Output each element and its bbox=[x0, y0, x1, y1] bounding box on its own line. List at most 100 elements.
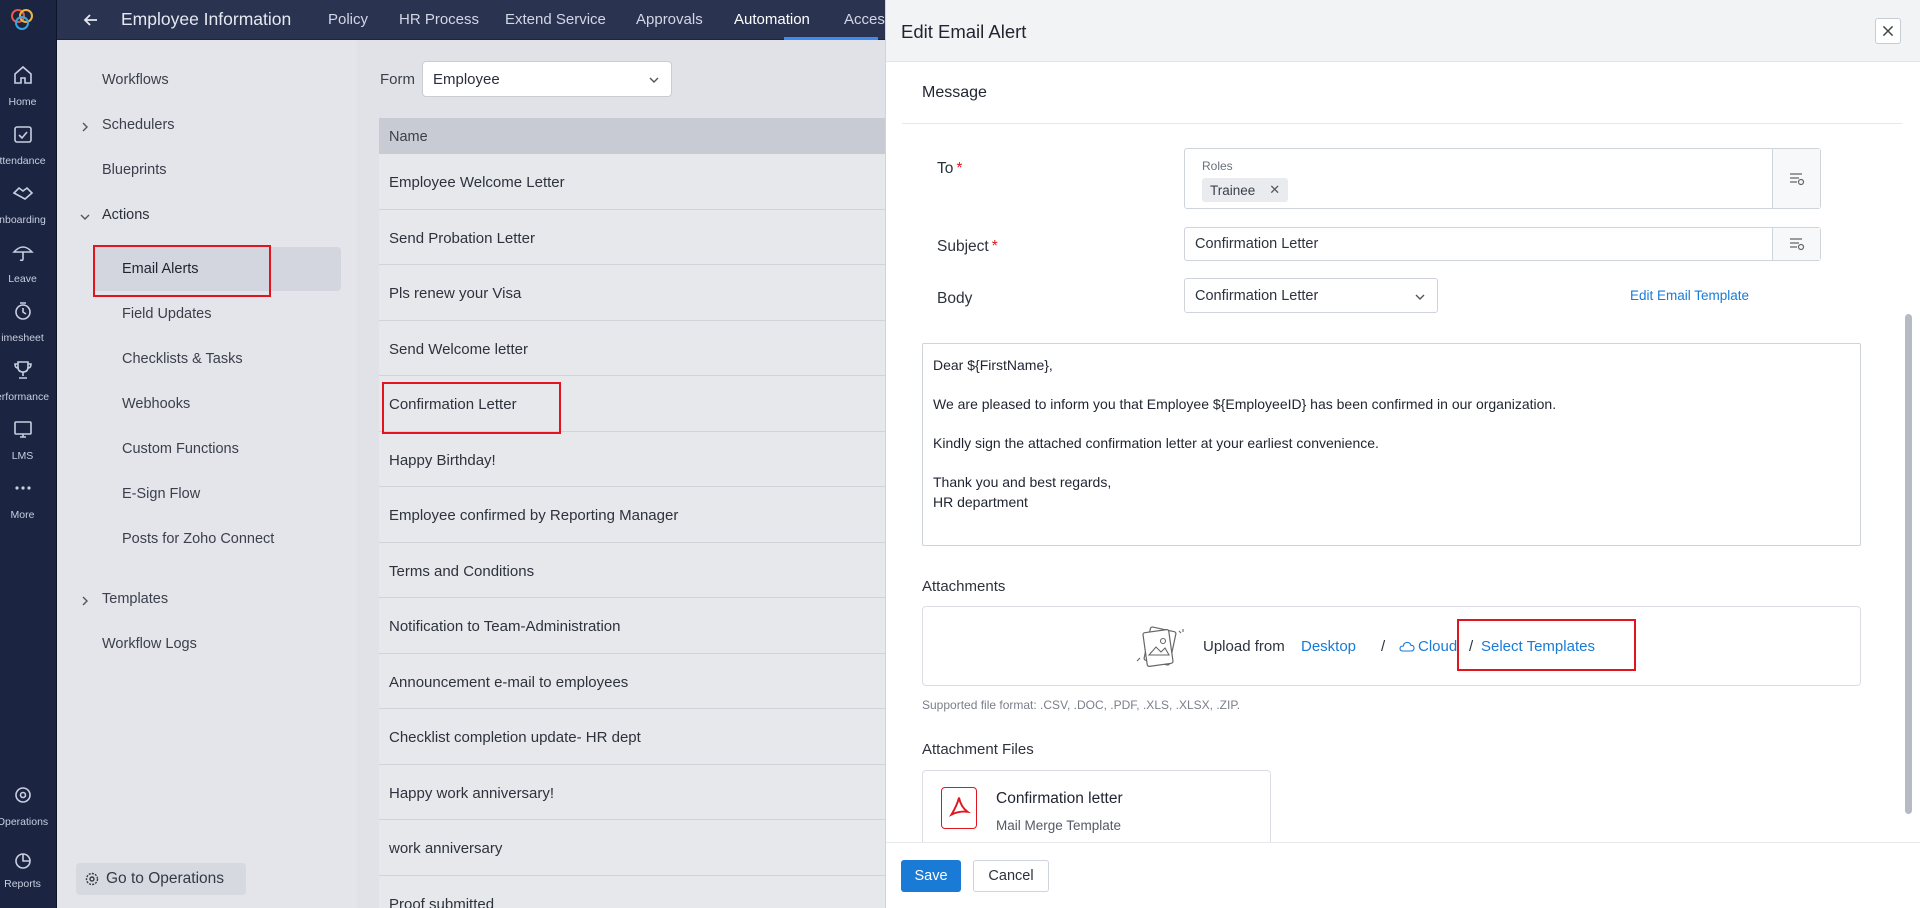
sidebar-item-posts-zoho-connect[interactable]: Posts for Zoho Connect bbox=[122, 531, 274, 547]
rail-item-home[interactable]: Home bbox=[0, 58, 45, 122]
message-line: HR department bbox=[933, 494, 1028, 510]
table-row[interactable]: Happy work anniversary! bbox=[379, 764, 885, 820]
sidebar-item-field-updates[interactable]: Field Updates bbox=[122, 306, 211, 322]
table-row[interactable]: Happy Birthday! bbox=[379, 431, 885, 487]
form-select[interactable]: Employee bbox=[422, 61, 672, 97]
section-title: Message bbox=[922, 84, 987, 101]
sidebar-item-checklists[interactable]: Checklists & Tasks bbox=[122, 351, 243, 367]
highlight-select-templates bbox=[1457, 619, 1636, 671]
upload-illustration-icon bbox=[1136, 626, 1184, 667]
panel-title: Edit Email Alert bbox=[901, 21, 1027, 42]
app-logo-icon[interactable] bbox=[8, 6, 36, 32]
chevron-right-icon[interactable] bbox=[79, 595, 91, 607]
form-label: Form bbox=[380, 71, 415, 88]
remove-chip-icon[interactable]: ✕ bbox=[1269, 182, 1280, 198]
table-row[interactable]: Checklist completion update- HR dept bbox=[379, 709, 885, 765]
umbrella-icon bbox=[11, 246, 34, 262]
table-row[interactable]: Announcement e-mail to employees bbox=[379, 653, 885, 709]
sidebar-item-workflow-logs[interactable]: Workflow Logs bbox=[102, 636, 197, 652]
cancel-button[interactable]: Cancel bbox=[973, 860, 1049, 892]
subject-input[interactable]: Confirmation Letter bbox=[1184, 227, 1821, 261]
message-line: Thank you and best regards, bbox=[933, 474, 1112, 490]
to-picker-button[interactable] bbox=[1772, 149, 1820, 208]
sidebar-item-webhooks[interactable]: Webhooks bbox=[122, 396, 190, 412]
go-to-operations-button[interactable]: Go to Operations bbox=[76, 863, 246, 895]
table-row[interactable]: Notification to Team-Administration bbox=[379, 598, 885, 654]
rail-label: LMS bbox=[11, 450, 34, 462]
tab-access[interactable]: Acces bbox=[844, 11, 885, 28]
subject-label: Subject * bbox=[937, 238, 998, 256]
tab-policy[interactable]: Policy bbox=[328, 11, 368, 28]
rail-item-onboarding[interactable]: nboarding bbox=[0, 176, 46, 240]
gear-icon bbox=[85, 872, 99, 886]
tab-automation[interactable]: Automation bbox=[734, 11, 810, 28]
upload-dropzone[interactable]: Upload from Desktop / Cloud / Select Tem… bbox=[922, 606, 1861, 686]
roles-label: Roles bbox=[1202, 159, 1233, 173]
module-title: Employee Information bbox=[121, 9, 292, 29]
sidebar-item-esign-flow[interactable]: E-Sign Flow bbox=[122, 486, 200, 502]
table-header-name[interactable]: Name bbox=[379, 118, 885, 154]
list-settings-icon bbox=[1790, 172, 1805, 185]
table-row[interactable]: Send Probation Letter bbox=[379, 209, 885, 265]
app-rail: Home ttendance nboarding Leave imesheet … bbox=[0, 0, 57, 908]
rail-item-lms[interactable]: LMS bbox=[0, 412, 45, 476]
sidebar-item-workflows[interactable]: Workflows bbox=[102, 72, 169, 88]
message-line: Dear ${FirstName}, bbox=[933, 357, 1053, 373]
sidebar-item-actions[interactable]: Actions bbox=[102, 207, 150, 223]
to-label-text: To bbox=[937, 160, 954, 177]
form-select-value: Employee bbox=[433, 71, 500, 88]
rail-item-timesheet[interactable]: imesheet bbox=[0, 294, 45, 358]
save-button[interactable]: Save bbox=[901, 860, 961, 892]
table-row[interactable]: Send Welcome letter bbox=[379, 320, 885, 376]
body-label: Body bbox=[937, 290, 973, 307]
message-editor[interactable]: Dear ${FirstName}, We are pleased to inf… bbox=[922, 343, 1861, 546]
sidebar-item-schedulers[interactable]: Schedulers bbox=[102, 117, 175, 133]
tab-extend-service[interactable]: Extend Service bbox=[505, 11, 606, 28]
rail-item-attendance[interactable]: ttendance bbox=[0, 117, 46, 181]
to-field[interactable]: Roles Trainee ✕ bbox=[1184, 148, 1821, 209]
subject-merge-button[interactable] bbox=[1772, 228, 1820, 260]
attachment-file-type: Mail Merge Template bbox=[996, 818, 1122, 833]
attachment-files-title: Attachment Files bbox=[922, 741, 1034, 758]
body-template-select[interactable]: Confirmation Letter bbox=[1184, 278, 1438, 313]
back-arrow-icon[interactable] bbox=[81, 10, 101, 30]
rail-item-performance[interactable]: erformance bbox=[0, 353, 49, 417]
attachment-file-card[interactable]: Confirmation letter Mail Merge Template bbox=[922, 770, 1271, 842]
edit-email-alert-panel: Edit Email Alert Message To * Roles Train… bbox=[885, 0, 1920, 908]
close-button[interactable] bbox=[1875, 18, 1901, 44]
monitor-icon bbox=[13, 421, 32, 438]
required-asterisk: * bbox=[956, 160, 963, 177]
attachment-file-name: Confirmation letter bbox=[996, 790, 1123, 807]
rail-item-reports[interactable]: Reports bbox=[0, 850, 45, 908]
rail-item-operations[interactable]: Operations bbox=[0, 778, 48, 842]
edit-email-template-link[interactable]: Edit Email Template bbox=[1630, 288, 1749, 303]
table-row[interactable]: Proof submitted bbox=[379, 875, 885, 908]
table-row[interactable]: work anniversary bbox=[379, 820, 885, 876]
close-icon bbox=[1882, 25, 1894, 37]
sidebar-item-custom-functions[interactable]: Custom Functions bbox=[122, 441, 239, 457]
table-row[interactable]: Employee confirmed by Reporting Manager bbox=[379, 487, 885, 543]
table-row[interactable]: Terms and Conditions bbox=[379, 542, 885, 598]
chevron-right-icon[interactable] bbox=[79, 121, 91, 133]
to-label: To * bbox=[937, 160, 962, 178]
section-header: Message bbox=[902, 62, 1902, 124]
message-line: Kindly sign the attached confirmation le… bbox=[933, 435, 1379, 451]
table-row[interactable]: Employee Welcome Letter bbox=[379, 154, 885, 210]
highlight-confirmation-row bbox=[382, 382, 561, 434]
table-row[interactable]: Pls renew your Visa bbox=[379, 265, 885, 321]
tab-approvals[interactable]: Approvals bbox=[636, 11, 703, 28]
upload-desktop-link[interactable]: Desktop bbox=[1301, 638, 1356, 655]
rail-item-leave[interactable]: Leave bbox=[0, 235, 45, 299]
scrollbar-thumb[interactable] bbox=[1905, 314, 1912, 814]
chevron-down-icon[interactable] bbox=[79, 211, 91, 223]
rail-item-more[interactable]: More bbox=[0, 471, 45, 535]
upload-cloud-link[interactable]: Cloud bbox=[1418, 638, 1457, 655]
sidebar-item-templates[interactable]: Templates bbox=[102, 591, 168, 607]
panel-scrollbar[interactable] bbox=[1904, 62, 1913, 842]
pdf-acrobat-icon bbox=[948, 797, 971, 817]
calendar-check-icon bbox=[13, 126, 32, 143]
sidebar-item-blueprints[interactable]: Blueprints bbox=[102, 162, 166, 178]
separator: / bbox=[1381, 638, 1386, 655]
handshake-icon bbox=[12, 186, 33, 200]
tab-hr-process[interactable]: HR Process bbox=[399, 11, 479, 28]
